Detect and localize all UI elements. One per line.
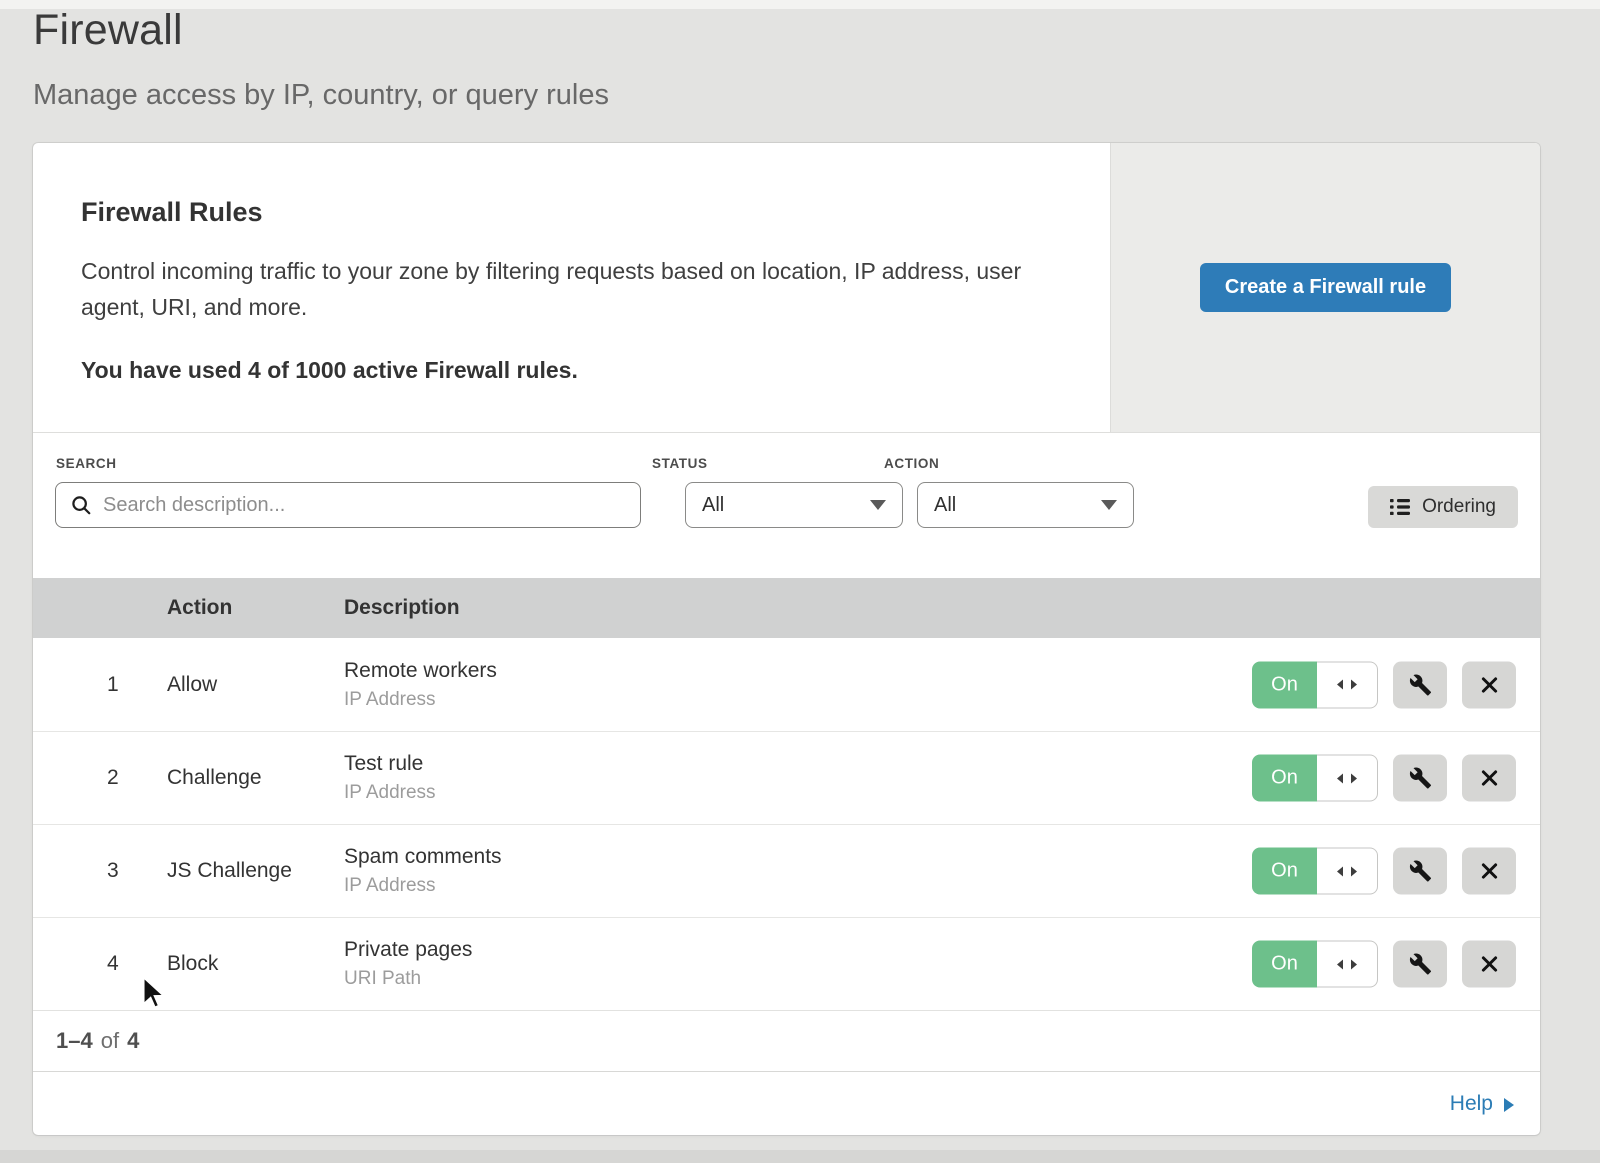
pagination-bar: 1–4 of 4 — [33, 1010, 1540, 1071]
rule-controls: On — [1252, 848, 1516, 895]
rule-controls: On — [1252, 661, 1516, 708]
rule-enabled-toggle[interactable]: On — [1252, 661, 1378, 708]
close-icon — [1479, 954, 1500, 975]
rule-controls: On — [1252, 755, 1516, 802]
drag-handle-arrows-icon[interactable] — [1317, 661, 1378, 708]
edit-rule-button[interactable] — [1393, 661, 1447, 708]
column-header-description: Description — [344, 596, 460, 620]
card-description: Control incoming traffic to your zone by… — [81, 254, 1041, 325]
status-select[interactable]: All — [685, 482, 903, 528]
rule-action: Block — [167, 952, 344, 976]
edit-rule-button[interactable] — [1393, 941, 1447, 988]
table-row: 3 JS Challenge Spam comments IP Address … — [33, 824, 1540, 917]
delete-rule-button[interactable] — [1462, 755, 1516, 802]
status-select-value: All — [702, 494, 724, 517]
rule-action: Challenge — [167, 766, 344, 790]
window-top-edge — [0, 0, 1600, 9]
status-label: STATUS — [652, 456, 708, 471]
rule-description: Spam comments — [344, 845, 502, 869]
pagination-of: of — [101, 1028, 119, 1054]
toggle-on-label: On — [1252, 848, 1317, 895]
search-input-wrapper[interactable] — [55, 482, 641, 528]
help-link[interactable]: Help — [1450, 1092, 1514, 1116]
help-link-label: Help — [1450, 1092, 1493, 1116]
table-row: 4 Block Private pages URI Path On — [33, 917, 1540, 1010]
rule-enabled-toggle[interactable]: On — [1252, 941, 1378, 988]
rule-description: Remote workers — [344, 659, 497, 683]
rule-priority: 3 — [107, 859, 167, 883]
wrench-icon — [1409, 767, 1432, 790]
rule-priority: 4 — [107, 952, 167, 976]
delete-rule-button[interactable] — [1462, 661, 1516, 708]
rule-match-type: IP Address — [344, 875, 502, 897]
create-rule-panel: Create a Firewall rule — [1110, 143, 1540, 432]
rule-description: Test rule — [344, 752, 436, 776]
edit-rule-button[interactable] — [1393, 755, 1447, 802]
rule-description-cell: Remote workers IP Address — [344, 659, 497, 711]
wrench-icon — [1409, 953, 1432, 976]
rule-action: Allow — [167, 673, 344, 697]
card-heading: Firewall Rules — [81, 197, 1062, 228]
firewall-rules-card: Firewall Rules Control incoming traffic … — [33, 143, 1540, 1135]
ordering-list-icon — [1390, 498, 1410, 516]
toggle-on-label: On — [1252, 755, 1317, 802]
close-icon — [1479, 768, 1500, 789]
card-top-section: Firewall Rules Control incoming traffic … — [33, 143, 1540, 433]
ordering-button-label: Ordering — [1422, 496, 1496, 518]
rules-list: 1 Allow Remote workers IP Address On — [33, 638, 1540, 1010]
search-input[interactable] — [103, 494, 626, 517]
drag-handle-arrows-icon[interactable] — [1317, 941, 1378, 988]
wrench-icon — [1409, 860, 1432, 883]
action-select-value: All — [934, 494, 956, 517]
create-firewall-rule-button[interactable]: Create a Firewall rule — [1200, 263, 1451, 312]
rule-enabled-toggle[interactable]: On — [1252, 848, 1378, 895]
column-header-action: Action — [167, 596, 344, 620]
wrench-icon — [1409, 673, 1432, 696]
delete-rule-button[interactable] — [1462, 848, 1516, 895]
toggle-on-label: On — [1252, 661, 1317, 708]
rule-priority: 1 — [107, 673, 167, 697]
search-label: SEARCH — [56, 456, 117, 471]
table-header: Action Description — [33, 578, 1540, 638]
rule-match-type: IP Address — [344, 782, 436, 804]
close-icon — [1479, 861, 1500, 882]
rule-description: Private pages — [344, 938, 472, 962]
rule-description-cell: Test rule IP Address — [344, 752, 436, 804]
action-select[interactable]: All — [917, 482, 1134, 528]
rule-controls: On — [1252, 941, 1516, 988]
toggle-on-label: On — [1252, 941, 1317, 988]
action-label: ACTION — [884, 456, 939, 471]
window-bottom-edge — [0, 1150, 1600, 1163]
edit-rule-button[interactable] — [1393, 848, 1447, 895]
rule-match-type: IP Address — [344, 689, 497, 711]
rule-enabled-toggle[interactable]: On — [1252, 755, 1378, 802]
ordering-button[interactable]: Ordering — [1368, 486, 1518, 528]
help-bar: Help — [33, 1071, 1540, 1135]
drag-handle-arrows-icon[interactable] — [1317, 755, 1378, 802]
rule-description-cell: Private pages URI Path — [344, 938, 472, 990]
card-intro: Firewall Rules Control incoming traffic … — [33, 143, 1110, 432]
filters-bar: SEARCH STATUS All ACTION All — [33, 433, 1540, 578]
rule-priority: 2 — [107, 766, 167, 790]
pagination-range: 1–4 — [56, 1028, 93, 1054]
usage-text: You have used 4 of 1000 active Firewall … — [81, 357, 1062, 384]
table-row: 2 Challenge Test rule IP Address On — [33, 731, 1540, 824]
table-row: 1 Allow Remote workers IP Address On — [33, 638, 1540, 731]
rule-description-cell: Spam comments IP Address — [344, 845, 502, 897]
page-subtitle: Manage access by IP, country, or query r… — [33, 79, 609, 112]
drag-handle-arrows-icon[interactable] — [1317, 848, 1378, 895]
page-title: Firewall — [33, 6, 183, 55]
rule-action: JS Challenge — [167, 859, 344, 883]
pagination-total: 4 — [127, 1028, 139, 1054]
close-icon — [1479, 674, 1500, 695]
chevron-down-icon — [870, 500, 886, 510]
arrow-right-icon — [1504, 1098, 1514, 1112]
delete-rule-button[interactable] — [1462, 941, 1516, 988]
search-icon — [70, 494, 92, 516]
rule-match-type: URI Path — [344, 968, 472, 990]
chevron-down-icon — [1101, 500, 1117, 510]
